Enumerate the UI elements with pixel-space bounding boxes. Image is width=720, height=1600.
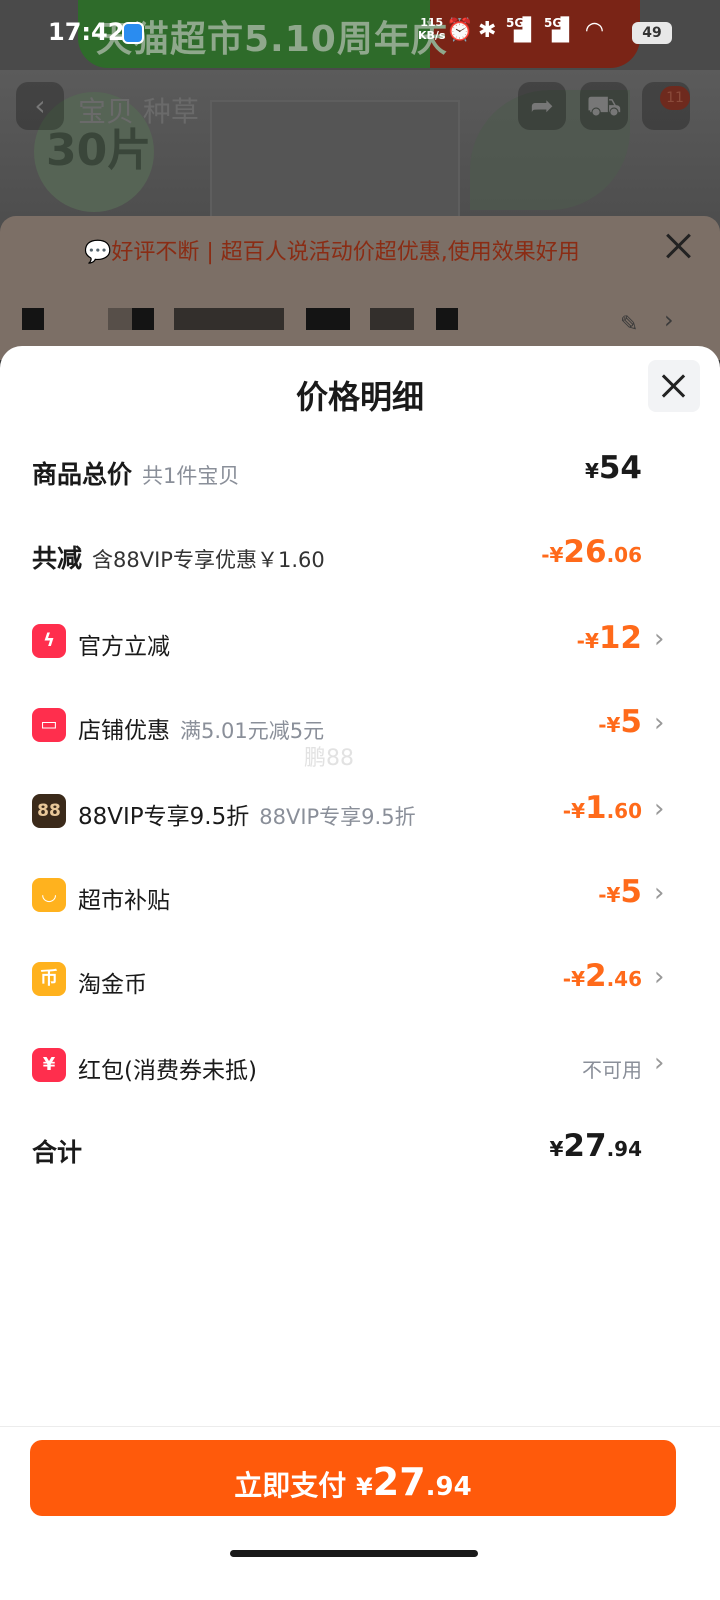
total-items-row: 商品总价 共1件宝贝 ¥54 bbox=[0, 442, 720, 502]
signal-2-icon: ▟ bbox=[552, 18, 569, 43]
discount-amount: -¥12 bbox=[576, 620, 642, 656]
discount-row-coins[interactable]: 币 淘金币 -¥2.46 › bbox=[0, 950, 720, 1010]
price-detail-sheet: 价格明细 商品总价 共1件宝贝 ¥54 共减 含88VIP专享优惠￥1.60 -¥2… bbox=[0, 346, 720, 1600]
wifi-icon: ◠ bbox=[586, 18, 603, 43]
store-icon: ▭ bbox=[32, 708, 66, 742]
bluetooth-icon: ✱ bbox=[478, 18, 497, 43]
discount-amount: -¥1.60 bbox=[562, 790, 642, 826]
close-icon[interactable] bbox=[648, 360, 700, 412]
product-package-image bbox=[210, 100, 460, 220]
discount-amount: -¥5 bbox=[598, 704, 642, 740]
discount-total-note: 含88VIP专享优惠￥1.60 bbox=[92, 548, 325, 572]
cart-count-badge: 11 bbox=[660, 86, 690, 110]
cart-icon[interactable]: ⛟ bbox=[580, 82, 628, 130]
discount-label: 红包(消费券未抵) bbox=[78, 1058, 257, 1084]
sheet-title: 价格明细 bbox=[295, 378, 424, 416]
app-notification-icon bbox=[122, 22, 144, 44]
discount-total-row: 共减 含88VIP专享优惠￥1.60 -¥26.06 bbox=[0, 526, 720, 586]
red-packet-icon: ¥ bbox=[32, 1048, 66, 1082]
chevron-right-icon: › bbox=[654, 624, 665, 654]
chevron-right-icon[interactable]: › bbox=[664, 306, 674, 334]
total-items-amount: ¥54 bbox=[584, 450, 642, 486]
grand-total-amount: ¥27.94 bbox=[549, 1128, 643, 1164]
discount-row-supermarket[interactable]: ◡ 超市补贴 -¥5 › bbox=[0, 866, 720, 926]
notice-close-icon[interactable] bbox=[664, 232, 692, 260]
share-icon[interactable]: ➦ bbox=[518, 82, 566, 130]
footer-divider bbox=[0, 1426, 720, 1427]
signal-1-icon: ▟ bbox=[514, 18, 531, 43]
supermarket-icon: ◡ bbox=[32, 878, 66, 912]
discount-note: 88VIP专享9.5折 bbox=[259, 805, 416, 829]
discount-note: 满5.01元减5元 bbox=[180, 719, 325, 743]
home-indicator[interactable] bbox=[230, 1550, 478, 1557]
review-notice-text: 💬好评不断 | 超百人说活动价超优惠,使用效果好用 bbox=[84, 240, 580, 265]
discount-label: 官方立减 bbox=[78, 634, 170, 660]
discount-row-store[interactable]: ▭ 店铺优惠 满5.01元减5元 -¥5 › bbox=[0, 696, 720, 756]
discount-total-amount: -¥26.06 bbox=[541, 534, 642, 570]
redacted-address bbox=[22, 308, 458, 330]
chevron-right-icon: › bbox=[654, 708, 665, 738]
discount-amount: -¥5 bbox=[598, 874, 642, 910]
grand-total-label: 合计 bbox=[32, 1138, 83, 1167]
network-speed: 115 KB/s bbox=[418, 16, 446, 42]
pay-now-button[interactable]: 立即支付 ¥27.94 bbox=[30, 1440, 676, 1516]
discount-row-red-packet[interactable]: ¥ 红包(消费券未抵) 不可用 › bbox=[0, 1036, 720, 1096]
discount-label: 88VIP专享9.5折 88VIP专享9.5折 bbox=[78, 804, 416, 830]
battery-icon: 49 bbox=[632, 22, 672, 44]
pay-now-label: 立即支付 ¥27.94 bbox=[234, 1460, 472, 1504]
coin-icon: 币 bbox=[32, 962, 66, 996]
grand-total-row: 合计 ¥27.94 bbox=[0, 1120, 720, 1180]
chevron-right-icon: › bbox=[654, 794, 665, 824]
vip88-icon: 88 bbox=[32, 794, 66, 828]
page-tabs[interactable]: 宝贝 种草 bbox=[78, 90, 199, 130]
lightning-icon: ϟ bbox=[32, 624, 66, 658]
edit-icon[interactable]: ✎ bbox=[620, 312, 638, 337]
back-icon[interactable]: ‹ bbox=[16, 82, 64, 130]
total-items-label: 商品总价 共1件宝贝 bbox=[32, 460, 240, 489]
chevron-right-icon: › bbox=[654, 1048, 665, 1078]
discount-status: 不可用 bbox=[582, 1058, 642, 1082]
chevron-right-icon: › bbox=[654, 878, 665, 908]
status-bar: 17:42 115 KB/s ⏰ ✱ 5G ▟ 5G ▟ ◠ 49 bbox=[0, 0, 720, 66]
watermark-text: 鹏88 bbox=[304, 746, 354, 771]
discount-label: 超市补贴 bbox=[78, 888, 170, 914]
discount-label: 店铺优惠 满5.01元减5元 bbox=[78, 718, 325, 744]
chevron-right-icon: › bbox=[654, 962, 665, 992]
alarm-icon: ⏰ bbox=[446, 18, 474, 43]
total-items-count: 共1件宝贝 bbox=[142, 464, 240, 488]
discount-label: 淘金币 bbox=[78, 972, 147, 998]
status-time: 17:42 bbox=[48, 18, 125, 46]
discount-row-official[interactable]: ϟ 官方立减 -¥12 › bbox=[0, 612, 720, 672]
discount-row-vip[interactable]: 88 88VIP专享9.5折 88VIP专享9.5折 -¥1.60 › bbox=[0, 782, 720, 842]
discount-total-label: 共减 含88VIP专享优惠￥1.60 bbox=[32, 544, 325, 573]
chat-bubble-icon: 💬 bbox=[84, 240, 112, 265]
discount-amount: -¥2.46 bbox=[562, 958, 642, 994]
